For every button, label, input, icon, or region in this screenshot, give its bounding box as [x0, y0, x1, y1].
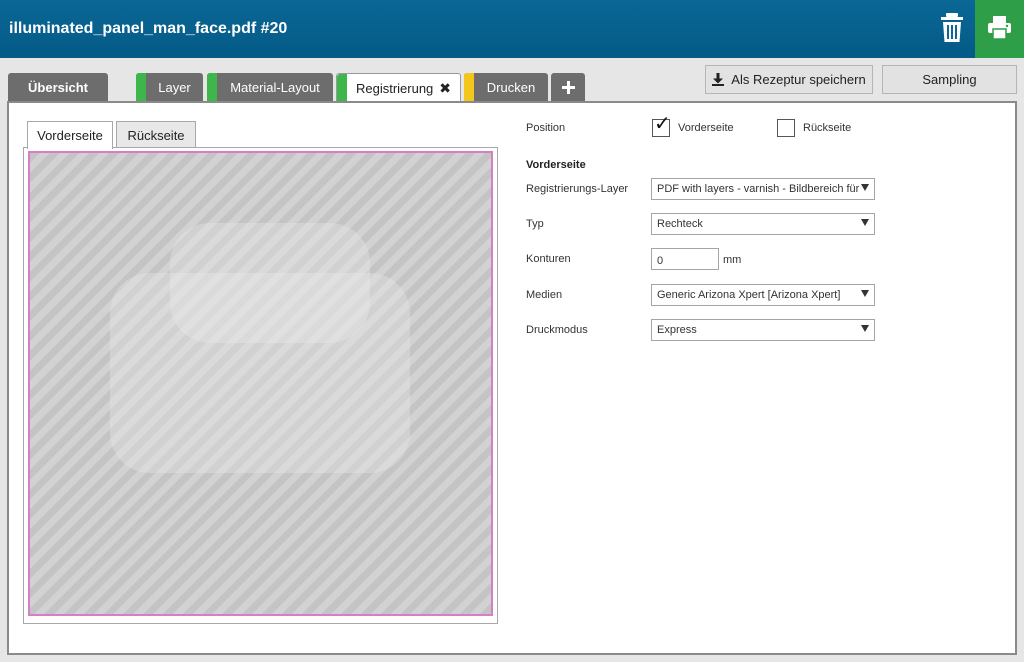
- section-title-front: Vorderseite: [526, 159, 586, 171]
- close-tab-icon[interactable]: ✖: [439, 80, 451, 97]
- position-front-label: Vorderseite: [678, 122, 734, 134]
- chevron-down-icon: [861, 325, 869, 332]
- title-bar: illuminated_panel_man_face.pdf #20: [0, 0, 1024, 58]
- checkmark-icon: ✓: [654, 113, 671, 135]
- tab-print[interactable]: Drucken: [464, 73, 548, 102]
- save-recipe-button[interactable]: Als Rezeptur speichern: [705, 65, 873, 94]
- delete-button[interactable]: [938, 12, 966, 44]
- media-select[interactable]: Generic Arizona Xpert [Arizona Xpert]: [651, 284, 875, 306]
- print-mode-label: Druckmodus: [526, 324, 588, 336]
- chevron-down-icon: [861, 184, 869, 191]
- tab-registration[interactable]: Registrierung ✖: [336, 73, 461, 103]
- preview-tab-back[interactable]: Rückseite: [116, 121, 196, 148]
- chevron-down-icon: [861, 290, 869, 297]
- download-icon: [712, 73, 725, 86]
- sampling-button[interactable]: Sampling: [882, 65, 1017, 94]
- registration-layer-select[interactable]: PDF with layers - varnish - Bildbereich …: [651, 178, 875, 200]
- registration-preview[interactable]: [28, 151, 493, 616]
- tab-layer[interactable]: Layer: [136, 73, 203, 102]
- contours-unit: mm: [723, 254, 742, 266]
- preview-tab-front[interactable]: Vorderseite: [27, 121, 113, 149]
- contours-label: Konturen: [526, 253, 571, 265]
- preview-image-shape: [170, 223, 370, 343]
- trash-icon: [941, 13, 963, 42]
- tab-material-layout[interactable]: Material-Layout: [207, 73, 333, 102]
- tab-overview[interactable]: Übersicht: [8, 73, 108, 102]
- position-back-label: Rückseite: [803, 122, 852, 134]
- add-tab-button[interactable]: [551, 73, 585, 102]
- chevron-down-icon: [861, 219, 869, 226]
- type-select[interactable]: Rechteck: [651, 213, 875, 235]
- position-label: Position: [526, 122, 566, 134]
- print-mode-select[interactable]: Express: [651, 319, 875, 341]
- contours-input[interactable]: [651, 248, 719, 270]
- media-label: Medien: [526, 289, 563, 301]
- position-back-checkbox[interactable]: [777, 119, 795, 137]
- plus-icon: [561, 81, 575, 94]
- document-title: illuminated_panel_man_face.pdf #20: [9, 20, 288, 37]
- print-button[interactable]: [975, 0, 1024, 58]
- position-front-checkbox[interactable]: ✓: [652, 114, 671, 137]
- type-label: Typ: [526, 218, 544, 230]
- printer-icon: [988, 16, 1011, 40]
- registration-layer-label: Registrierungs-Layer: [526, 183, 629, 195]
